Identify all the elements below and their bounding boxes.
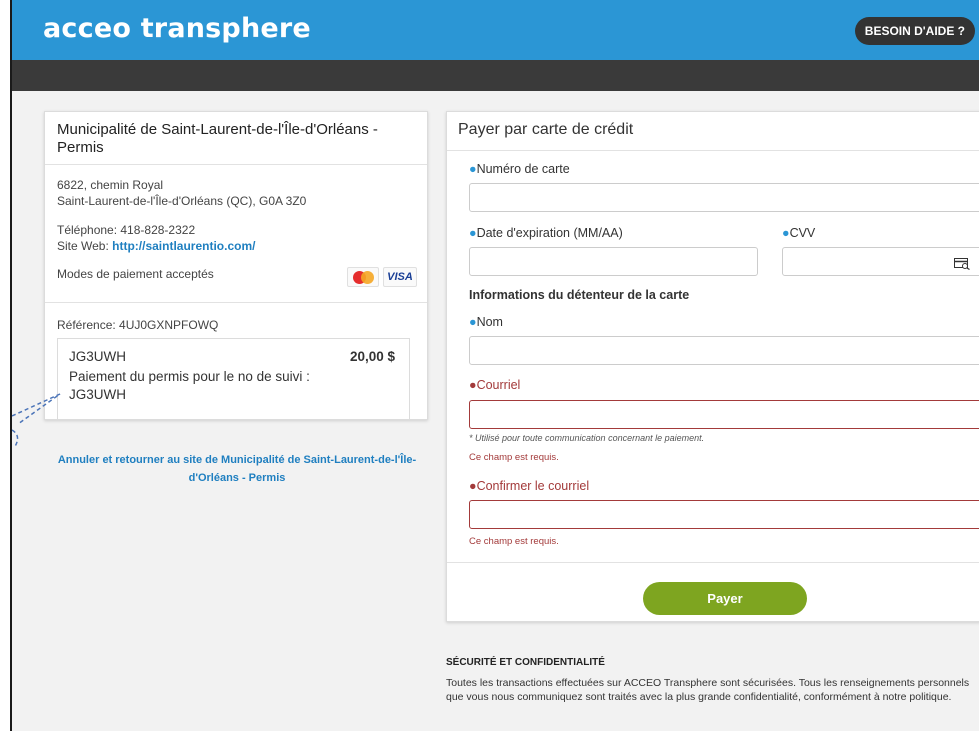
divider [45,164,427,165]
accepted-cards: VISA [347,267,417,287]
name-label: ●Nom [469,315,503,329]
expiry-label: ●Date d'expiration (MM/AA) [469,226,623,240]
security-title: SÉCURITÉ ET CONFIDENTIALITÉ [446,657,605,668]
name-input[interactable] [469,336,979,365]
merchant-website: Site Web: http://saintlaurentio.com/ [57,239,255,253]
confirm-email-input[interactable] [469,500,979,529]
divider [45,302,427,303]
divider [447,150,979,151]
page-frame: acceo transphere BESOIN D'AIDE ? Municip… [10,0,979,731]
cvv-label: ●CVV [782,226,816,240]
expiry-input[interactable] [469,247,758,276]
cvv-input[interactable] [782,247,979,276]
address-line2: Saint-Laurent-de-l'Île-d'Orléans (QC), G… [57,194,307,208]
card-cvv-icon[interactable] [954,258,970,270]
pay-button[interactable]: Payer [643,582,807,615]
merchant-name: Municipalité de Saint-Laurent-de-l'Île-d… [57,121,378,156]
nav-bar [12,60,979,91]
security-text: Toutes les transactions effectuées sur A… [446,677,970,703]
payment-methods-label: Modes de paiement acceptés [57,267,214,281]
top-header: acceo transphere BESOIN D'AIDE ? [12,0,979,60]
merchant-phone: Téléphone: 418-828-2322 [57,223,196,237]
website-link[interactable]: http://saintlaurentio.com/ [112,239,255,253]
email-input[interactable] [469,400,979,429]
divider [447,562,979,563]
email-label: ●Courriel [469,378,521,392]
cardholder-section-title: Informations du détenteur de la carte [469,288,690,302]
card-number-label: ●Numéro de carte [469,162,570,176]
website-label: Site Web: [57,239,113,253]
item-amount: 20,00 $ [349,349,395,364]
visa-icon: VISA [383,267,417,287]
payment-title: Payer par carte de crédit [458,121,634,138]
reference-number: Référence: 4UJ0GXNPFOWQ [57,318,219,332]
item-description: Paiement du permis pour le no de suivi :… [69,369,310,402]
item-code: JG3UWH [69,349,126,364]
email-hint: * Utilisé pour toute communication conce… [469,433,705,443]
email-error: Ce champ est requis. [469,452,559,463]
cancel-return-link[interactable]: Annuler et retourner au site de Municipa… [40,451,434,487]
merchant-panel: Municipalité de Saint-Laurent-de-l'Île-d… [44,111,428,420]
help-button[interactable]: BESOIN D'AIDE ? [854,17,975,45]
mastercard-icon [347,267,379,287]
confirm-email-error: Ce champ est requis. [469,536,559,547]
order-item: JG3UWH 20,00 $ Paiement du permis pour l… [57,338,410,420]
confirm-email-label: ●Confirmer le courriel [469,479,590,493]
payment-panel: Payer par carte de crédit ●Numéro de car… [446,111,979,622]
card-number-input[interactable] [469,183,979,212]
acceo-logo[interactable]: acceo transphere [43,13,311,44]
address-line1: 6822, chemin Royal [57,178,164,192]
